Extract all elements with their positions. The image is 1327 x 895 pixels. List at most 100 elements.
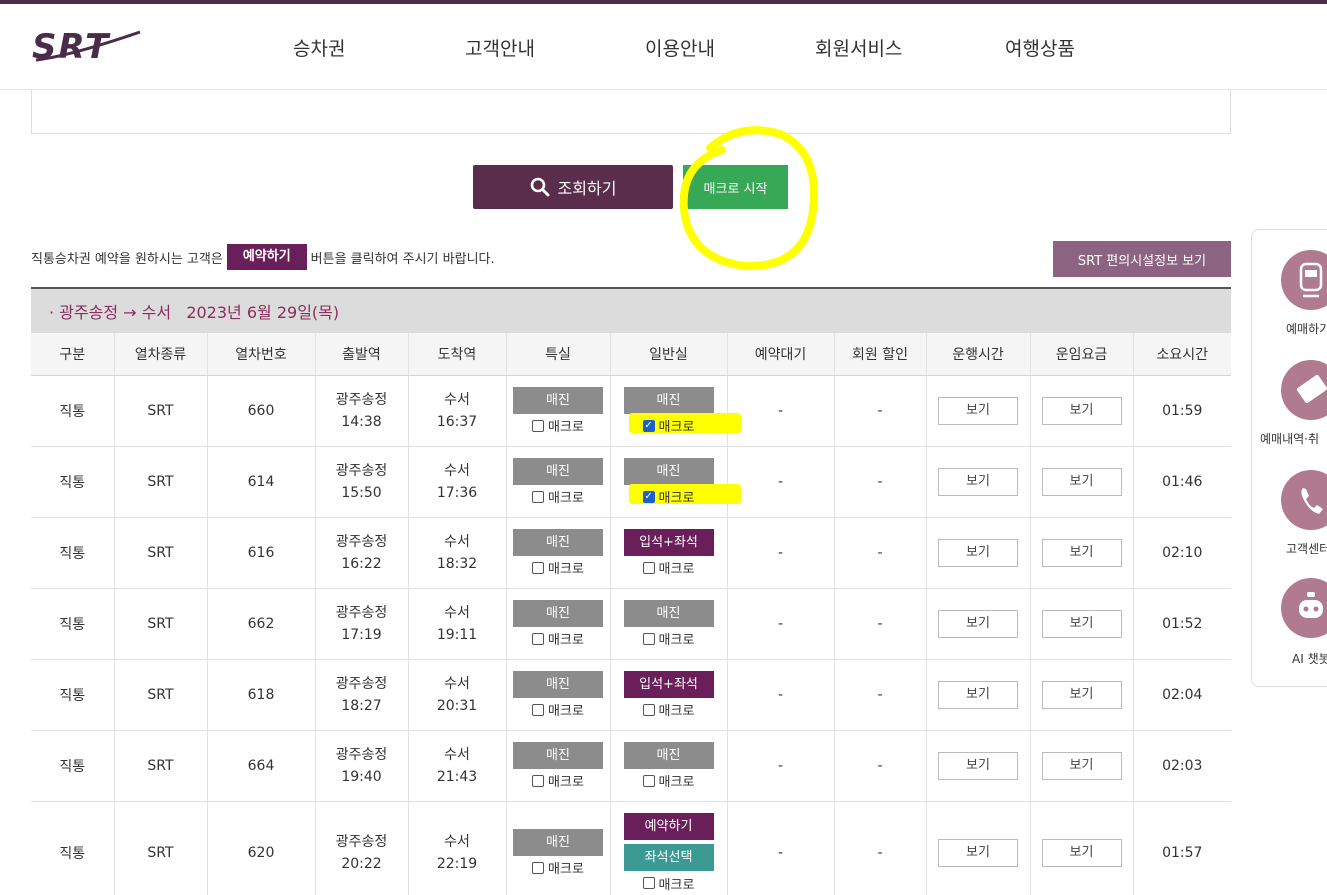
table-row: 직통 SRT 618 광주송정 18:27 수서 20:31 매진 매크로 입석+좌석 매크로 - - 보… bbox=[31, 659, 1231, 731]
member-discount-text: - bbox=[877, 544, 883, 561]
train-category-text: 직통 bbox=[59, 545, 86, 562]
general-seat-button[interactable]: 예약하기 bbox=[623, 813, 714, 840]
waitlist-text: - bbox=[777, 402, 784, 419]
arrival-time: 20:31 bbox=[436, 697, 478, 714]
fare-view-button[interactable]: 보기 bbox=[1041, 751, 1122, 780]
general-seat-button[interactable]: 입석+좌석 bbox=[623, 528, 714, 556]
arrival: 수서 20:31 bbox=[408, 659, 507, 731]
macro-checkbox-row[interactable]: 매크로 bbox=[507, 772, 610, 790]
macro-checkbox[interactable] bbox=[532, 490, 545, 503]
special-seat-button[interactable]: 매진 bbox=[513, 741, 603, 769]
macro-checkbox[interactable]: ✓ bbox=[642, 490, 655, 503]
general-seat-button[interactable]: 입석+좌석 bbox=[623, 670, 714, 698]
arrival-time: 22:19 bbox=[436, 855, 478, 872]
macro-checkbox-row[interactable]: 매크로 bbox=[507, 559, 610, 577]
departure-station: 광주송정 bbox=[335, 833, 388, 850]
schedule-view-button[interactable]: 보기 bbox=[938, 680, 1018, 709]
fare-view-button[interactable]: 보기 bbox=[1041, 609, 1122, 638]
macro-checkbox-row[interactable]: 매크로 bbox=[507, 417, 610, 435]
schedule-view-button[interactable]: 보기 bbox=[938, 467, 1018, 496]
nav-tickets[interactable]: 승차권 bbox=[293, 34, 345, 61]
general-seat-button[interactable]: 좌석선택 bbox=[623, 844, 714, 871]
macro-checkbox-row[interactable]: 매크로 bbox=[507, 630, 610, 648]
train-number: 616 bbox=[207, 517, 316, 589]
macro-checkbox-row[interactable]: 매크로 bbox=[611, 630, 727, 648]
macro-checkbox[interactable] bbox=[642, 774, 655, 787]
macro-label: 매크로 bbox=[658, 704, 695, 719]
schedule-view-button[interactable]: 보기 bbox=[938, 751, 1018, 780]
nav-usage-guide[interactable]: 이용안내 bbox=[645, 34, 715, 61]
arrival: 수서 19:11 bbox=[408, 588, 507, 660]
macro-checkbox[interactable] bbox=[532, 632, 545, 645]
departure-time: 20:22 bbox=[341, 855, 382, 872]
arrival: 수서 17:36 bbox=[408, 446, 507, 518]
schedule-view-button[interactable]: 보기 bbox=[938, 396, 1018, 425]
macro-checkbox[interactable] bbox=[532, 774, 545, 787]
arrival-time: 19:11 bbox=[436, 626, 478, 643]
special-seat-cell: 매진매크로 bbox=[506, 801, 611, 895]
macro-checkbox[interactable] bbox=[642, 877, 655, 889]
nav-member-service[interactable]: 회원서비스 bbox=[815, 34, 902, 61]
general-seat-button[interactable]: 매진 bbox=[623, 386, 714, 414]
column-header: 도착역 bbox=[408, 333, 507, 376]
macro-checkbox-row[interactable]: ✓ 매크로 bbox=[611, 483, 741, 506]
nav-customer-guide[interactable]: 고객안내 bbox=[465, 34, 535, 61]
notice-after: 버튼을 클릭하여 주시기 바랍니다. bbox=[310, 251, 495, 267]
special-seat-button[interactable]: 매진 bbox=[513, 599, 603, 627]
macro-checkbox-row[interactable]: 매크로 bbox=[507, 859, 610, 877]
train-kind: SRT bbox=[114, 659, 208, 731]
special-seat-button[interactable]: 매진 bbox=[513, 670, 603, 698]
special-seat-button[interactable]: 매진 bbox=[513, 828, 603, 856]
special-seat-button[interactable]: 매진 bbox=[513, 386, 603, 414]
macro-checkbox[interactable] bbox=[642, 632, 655, 645]
train-number-text: 620 bbox=[247, 844, 275, 861]
general-seat-button[interactable]: 매진 bbox=[623, 741, 714, 769]
macro-checkbox[interactable] bbox=[532, 419, 545, 432]
special-seat-button[interactable]: 매진 bbox=[513, 528, 603, 556]
fare-view-button[interactable]: 보기 bbox=[1041, 538, 1122, 567]
train-category-text: 직통 bbox=[59, 687, 86, 704]
facility-info-button[interactable]: SRT 편의시설정보 보기 bbox=[1053, 241, 1231, 277]
fare-view-button[interactable]: 보기 bbox=[1041, 838, 1122, 867]
macro-checkbox-row[interactable]: 매크로 bbox=[507, 701, 610, 719]
macro-checkbox[interactable] bbox=[532, 861, 545, 874]
macro-checkbox-row[interactable]: 매크로 bbox=[611, 772, 727, 790]
fare-view-button[interactable]: 보기 bbox=[1041, 467, 1122, 496]
general-seat-button[interactable]: 매진 bbox=[623, 599, 714, 627]
train-category: 직통 bbox=[31, 801, 115, 895]
schedule-view-button[interactable]: 보기 bbox=[938, 838, 1018, 867]
macro-checkbox-row[interactable]: 매크로 bbox=[611, 559, 727, 577]
macro-checkbox[interactable] bbox=[532, 703, 545, 716]
macro-checkbox-row[interactable]: 매크로 bbox=[611, 701, 727, 719]
macro-checkbox[interactable]: ✓ bbox=[642, 419, 655, 432]
macro-checkbox-row[interactable]: 매크로 bbox=[611, 874, 727, 893]
table-row: 직통 SRT 614 광주송정 15:50 수서 17:36 매진 매크로 매진 ✓ 매크로 - - 보기 보… bbox=[31, 446, 1231, 518]
waitlist-text: - bbox=[777, 844, 784, 861]
schedule-view-button[interactable]: 보기 bbox=[938, 609, 1018, 638]
quick-service-label: 고객센터 bbox=[1286, 542, 1327, 556]
srt-logo[interactable]: SRT bbox=[30, 26, 150, 67]
nav-travel-products[interactable]: 여행상품 bbox=[1005, 34, 1075, 61]
schedule-view-button[interactable]: 보기 bbox=[938, 538, 1018, 567]
fare-view-button[interactable]: 보기 bbox=[1041, 680, 1122, 709]
search-button[interactable]: 조회하기 bbox=[473, 165, 673, 209]
duration: 02:10 bbox=[1133, 517, 1231, 589]
macro-checkbox-row[interactable]: ✓ 매크로 bbox=[611, 412, 741, 435]
train-category-text: 직통 bbox=[59, 403, 86, 420]
train-number: 660 bbox=[207, 375, 316, 447]
special-seat-button[interactable]: 매진 bbox=[513, 457, 603, 485]
train-category: 직통 bbox=[31, 517, 115, 589]
arrival-station: 수서 bbox=[444, 533, 470, 550]
macro-checkbox-row[interactable]: 매크로 bbox=[507, 488, 610, 506]
macro-checkbox[interactable] bbox=[642, 561, 655, 574]
train-number: 620 bbox=[207, 801, 316, 895]
macro-start-button[interactable]: 매크로 시작 bbox=[683, 165, 788, 209]
macro-label: 매크로 bbox=[548, 420, 584, 435]
duration-text: 02:04 bbox=[1162, 686, 1203, 703]
quick-reserve-label: 예매하기 bbox=[1286, 322, 1327, 336]
macro-checkbox[interactable] bbox=[642, 703, 655, 716]
fare-view-button[interactable]: 보기 bbox=[1041, 396, 1122, 425]
duration-text: 01:52 bbox=[1162, 615, 1203, 632]
macro-checkbox[interactable] bbox=[532, 561, 545, 574]
general-seat-button[interactable]: 매진 bbox=[623, 457, 714, 485]
